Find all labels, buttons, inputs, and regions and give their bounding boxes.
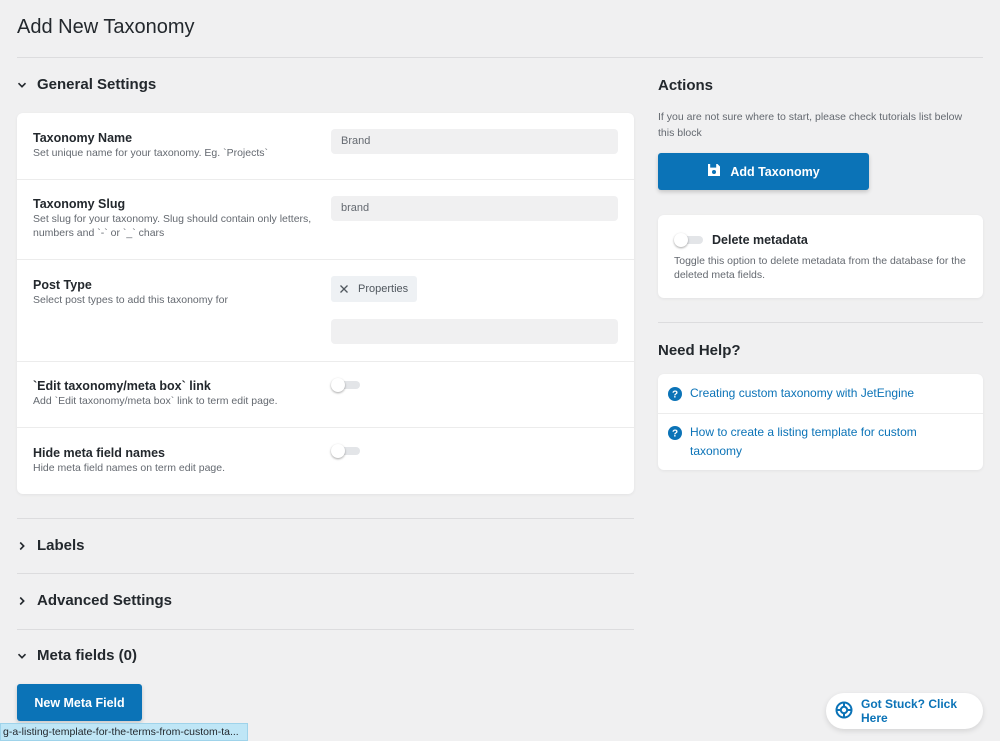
divider [17,518,634,519]
divider [658,322,983,323]
save-icon [707,163,721,180]
edit-link-row: `Edit taxonomy/meta box` link Add `Edit … [17,362,634,428]
got-stuck-button[interactable]: Got Stuck? Click Here [826,693,983,729]
edit-link-toggle[interactable] [331,378,361,392]
actions-title: Actions [658,77,714,94]
general-settings-card: Taxonomy Name Set unique name for your t… [17,113,634,494]
post-type-chip-label: Properties [358,283,409,295]
hide-meta-toggle[interactable] [331,444,361,458]
help-link-label: Creating custom taxonomy with JetEngine [690,386,915,400]
header-divider [17,57,983,58]
taxonomy-name-desc: Set unique name for your taxonomy. Eg. `… [33,147,268,159]
divider [17,573,634,574]
edit-link-desc: Add `Edit taxonomy/meta box` link to ter… [33,395,278,407]
post-type-chip[interactable]: Properties [331,276,418,302]
delete-metadata-card: Delete metadata Toggle this option to de… [658,215,983,298]
labels-toggle[interactable]: Labels [17,537,85,554]
taxonomy-slug-input[interactable]: brand [331,196,618,221]
add-taxonomy-label: Add Taxonomy [730,164,820,179]
delete-metadata-label: Delete metadata [712,233,808,247]
lifebuoy-icon [835,701,853,722]
chevron-right-icon [17,541,27,551]
meta-fields-toggle[interactable]: Meta fields (0) [17,647,137,664]
help-link-listing-template[interactable]: ? How to create a listing template for c… [658,423,983,461]
post-type-row: Post Type Select post types to add this … [17,260,634,362]
add-taxonomy-button[interactable]: Add Taxonomy [658,153,869,190]
actions-hint: If you are not sure where to start, plea… [658,111,963,139]
taxonomy-name-row: Taxonomy Name Set unique name for your t… [17,113,634,180]
hide-meta-row: Hide meta field names Hide meta field na… [17,428,634,494]
hide-meta-label: Hide meta field names [33,446,165,460]
status-bar-url: g-a-listing-template-for-the-terms-from-… [0,723,248,741]
post-type-search-input[interactable] [331,319,618,344]
delete-metadata-toggle[interactable] [674,233,704,247]
advanced-settings-toggle[interactable]: Advanced Settings [17,592,172,609]
question-icon: ? [668,426,682,440]
question-icon: ? [668,387,682,401]
got-stuck-label: Got Stuck? Click Here [861,697,958,725]
taxonomy-slug-label: Taxonomy Slug [33,197,126,211]
help-link-custom-taxonomy[interactable]: ? Creating custom taxonomy with JetEngin… [658,384,983,403]
post-type-label: Post Type [33,278,92,292]
divider [17,629,634,630]
post-type-desc: Select post types to add this taxonomy f… [33,294,228,306]
page-title: Add New Taxonomy [17,16,195,38]
chevron-down-icon [17,80,27,90]
meta-fields-title: Meta fields (0) [37,647,138,664]
taxonomy-name-input[interactable]: Brand [331,129,618,154]
new-meta-field-button[interactable]: New Meta Field [17,684,142,721]
edit-link-label: `Edit taxonomy/meta box` link [33,379,211,393]
advanced-settings-title: Advanced Settings [37,592,173,609]
general-settings-toggle[interactable]: General Settings [17,76,156,93]
labels-title: Labels [37,537,85,554]
help-links-card: ? Creating custom taxonomy with JetEngin… [658,374,983,470]
svg-text:?: ? [672,429,678,440]
svg-text:?: ? [672,390,678,401]
new-meta-field-label: New Meta Field [34,695,125,710]
general-settings-title: General Settings [37,76,157,93]
chevron-down-icon [17,651,27,661]
taxonomy-slug-desc: Set slug for your taxonomy. Slug should … [33,213,312,239]
close-icon[interactable] [338,283,350,295]
taxonomy-name-label: Taxonomy Name [33,131,133,145]
need-help-title: Need Help? [658,342,741,359]
chevron-right-icon [17,596,27,606]
divider [658,413,983,414]
taxonomy-slug-row: Taxonomy Slug Set slug for your taxonomy… [17,180,634,260]
hide-meta-desc: Hide meta field names on term edit page. [33,462,226,474]
delete-metadata-desc: Toggle this option to delete metadata fr… [674,255,966,281]
help-link-label: How to create a listing template for cus… [690,425,917,458]
